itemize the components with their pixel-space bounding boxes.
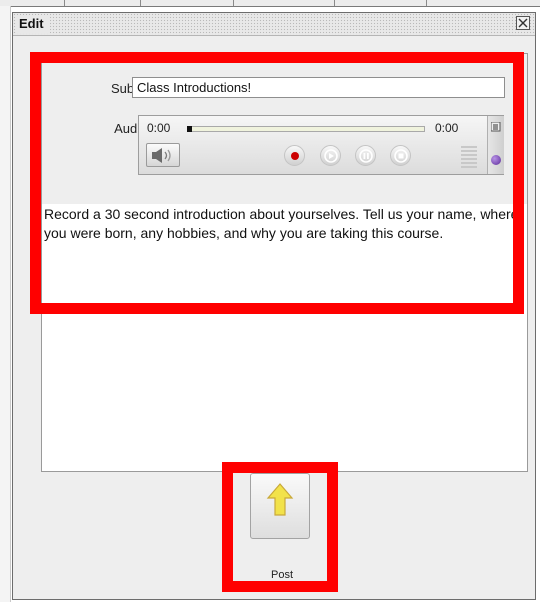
pause-icon	[359, 149, 373, 163]
background-divider	[233, 0, 234, 6]
current-time: 0:00	[147, 121, 171, 135]
progress-knob[interactable]	[187, 126, 192, 132]
dialog-titlebar[interactable]: Edit	[13, 13, 535, 36]
subject-field[interactable]: Class Introductions!	[132, 77, 505, 98]
post-form: Subject: Class Introductions! Audio: 0:0…	[42, 54, 527, 204]
purple-orb-icon[interactable]	[491, 155, 501, 165]
record-icon	[291, 152, 299, 160]
stop-button[interactable]	[390, 145, 411, 166]
dialog-title: Edit	[16, 15, 50, 33]
background-divider	[64, 0, 65, 6]
background-left-column	[0, 6, 11, 602]
message-body[interactable]: Record a 30 second introduction about yo…	[44, 205, 522, 243]
progress-slider[interactable]	[187, 126, 425, 132]
total-time: 0:00	[435, 121, 459, 135]
volume-button[interactable]	[146, 143, 180, 167]
background-divider	[334, 0, 335, 6]
up-arrow-icon	[266, 483, 294, 516]
menu-icon[interactable]	[491, 122, 501, 132]
post-label: Post	[270, 569, 293, 581]
record-button[interactable]	[284, 145, 305, 166]
close-button[interactable]	[516, 16, 530, 30]
stop-icon	[394, 149, 408, 163]
play-icon	[324, 149, 338, 163]
post-button[interactable]	[250, 473, 310, 539]
volume-icon	[152, 148, 171, 163]
pause-button[interactable]	[355, 145, 376, 166]
play-button[interactable]	[320, 145, 341, 166]
edit-dialog: Edit Subject: Class Introductions! Audio…	[12, 12, 536, 600]
background-divider	[140, 0, 141, 6]
close-icon	[518, 18, 528, 28]
background-toolbar	[0, 0, 540, 7]
level-meter-icon	[461, 146, 477, 168]
audio-recorder: 0:00 0:00	[138, 115, 504, 175]
recorder-side-strip	[487, 116, 504, 174]
post-editor-panel: Subject: Class Introductions! Audio: 0:0…	[41, 53, 528, 472]
background-divider	[426, 0, 427, 6]
